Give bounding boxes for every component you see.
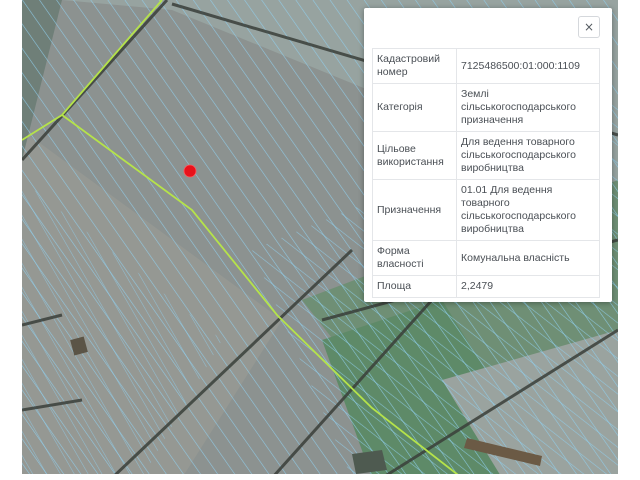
row-value-purpose-use: Для ведення товарного сільськогосподарсь… <box>456 131 600 180</box>
map-bottom-edge <box>22 474 618 478</box>
map-viewport: × Кадастровий номер 7125486500:01:000:11… <box>0 0 640 480</box>
row-value-cadastral-number: 7125486500:01:000:1109 <box>456 48 600 84</box>
parcel-info-popup: × Кадастровий номер 7125486500:01:000:11… <box>364 8 612 302</box>
row-value-category: Землі сільськогосподарського призначення <box>456 83 600 132</box>
table-row: Кадастровий номер 7125486500:01:000:1109 <box>372 48 600 84</box>
parcel-info-body[interactable]: Кадастровий номер 7125486500:01:000:1109… <box>372 48 600 302</box>
row-value-ownership-form: Комунальна власність <box>456 240 600 276</box>
row-label-designation: Призначення <box>372 179 457 241</box>
row-label-ownership-form: Форма власності <box>372 240 457 276</box>
table-row: Категорія Землі сільськогосподарського п… <box>372 83 600 132</box>
parcel-info-table: Кадастровий номер 7125486500:01:000:1109… <box>372 48 600 298</box>
ground-patch <box>352 450 387 474</box>
close-icon[interactable]: × <box>578 16 600 38</box>
table-row: Площа 2,2479 <box>372 275 600 298</box>
row-label-purpose-use: Цільове використання <box>372 131 457 180</box>
row-value-designation: 01.01 Для ведення товарного сільськогосп… <box>456 179 600 241</box>
row-label-cadastral-number: Кадастровий номер <box>372 48 457 84</box>
table-row: Форма власності Комунальна власність <box>372 240 600 276</box>
row-label-category: Категорія <box>372 83 457 132</box>
row-label-area: Площа <box>372 275 457 298</box>
table-row: Призначення 01.01 Для ведення товарного … <box>372 179 600 241</box>
selected-point-marker[interactable] <box>183 164 197 178</box>
row-value-area: 2,2479 <box>456 275 600 298</box>
table-row: Цільове використання Для ведення товарно… <box>372 131 600 180</box>
